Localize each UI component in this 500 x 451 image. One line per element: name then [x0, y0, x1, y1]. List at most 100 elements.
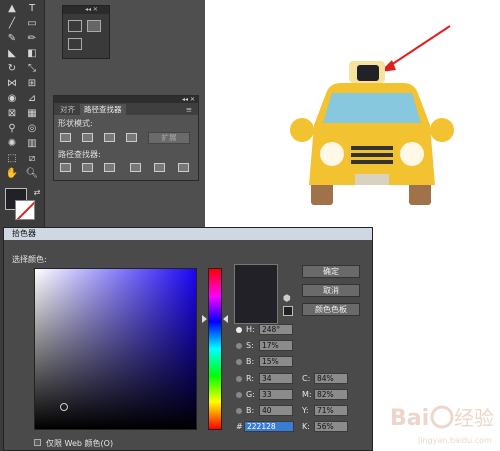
spectrum-cursor[interactable]: [60, 403, 68, 411]
minus-back-icon[interactable]: [178, 163, 189, 172]
width-tool-icon[interactable]: ⋈: [5, 77, 19, 91]
hand-tool-icon[interactable]: ✋: [5, 167, 19, 181]
blob-brush-icon[interactable]: ◣: [5, 47, 19, 61]
exclude-icon[interactable]: [126, 133, 137, 142]
license-plate: [355, 174, 389, 185]
panel-menu-icon[interactable]: ≡: [182, 104, 196, 115]
shape-builder-icon[interactable]: ◉: [5, 92, 19, 106]
baidu-watermark-logo: Bai 经验 jingyan.baidu.com: [390, 405, 494, 445]
slice-tool-icon[interactable]: ⧄: [25, 152, 39, 166]
saturation-input[interactable]: 17%: [259, 340, 293, 351]
svg-text:经验: 经验: [454, 406, 494, 430]
blue-radio[interactable]: [236, 408, 242, 414]
brightness-label: B:: [246, 357, 255, 366]
blue-input[interactable]: 40: [259, 405, 293, 416]
expand-button[interactable]: 扩展: [148, 132, 190, 144]
cyan-input[interactable]: 84%: [314, 373, 348, 384]
hex-field-row: # 222128: [236, 421, 300, 432]
swap-colors-icon[interactable]: ⇄: [30, 186, 44, 200]
web-only-checkbox[interactable]: [34, 439, 41, 446]
grille-bar: [351, 146, 393, 150]
eyedropper-tool-icon[interactable]: ⚲: [5, 122, 19, 136]
web-only-label[interactable]: 仅限 Web 颜色(O): [46, 438, 113, 449]
brightness-input[interactable]: 15%: [259, 356, 293, 367]
cancel-button[interactable]: 取消: [302, 284, 360, 297]
black-input[interactable]: 56%: [314, 421, 348, 432]
red-input[interactable]: 34: [259, 373, 293, 384]
scale-tool-icon[interactable]: ⤡: [25, 62, 39, 76]
color-swatches-button[interactable]: 颜色色板: [302, 303, 360, 316]
rotate-tool-icon[interactable]: ↻: [5, 62, 19, 76]
rectangle-tool-icon[interactable]: ▭: [25, 17, 39, 31]
minus-front-icon[interactable]: [82, 133, 93, 142]
color-preview: [234, 264, 278, 324]
green-label: G:: [246, 390, 255, 399]
right-headlight: [400, 142, 424, 166]
hue-radio[interactable]: [236, 327, 242, 333]
select-tool-icon[interactable]: ▲: [5, 2, 19, 16]
green-input[interactable]: 33: [259, 389, 293, 400]
trim-icon[interactable]: [82, 163, 93, 172]
web-safe-color-swatch[interactable]: [283, 306, 293, 316]
crop-icon[interactable]: [130, 163, 141, 172]
outline-icon[interactable]: [154, 163, 165, 172]
swatches-panel-icon[interactable]: [68, 38, 82, 50]
divide-icon[interactable]: [60, 163, 71, 172]
symbol-sprayer-icon[interactable]: ✺: [5, 137, 19, 151]
intersect-icon[interactable]: [104, 133, 115, 142]
red-field-row: R: 34: [236, 373, 306, 384]
taxi-illustration[interactable]: [285, 55, 460, 215]
type-tool-icon[interactable]: T: [25, 2, 39, 16]
red-radio[interactable]: [236, 376, 242, 382]
windshield: [323, 93, 421, 123]
yellow-input[interactable]: 71%: [314, 405, 348, 416]
select-color-label: 选择颜色:: [12, 255, 47, 264]
blend-tool-icon[interactable]: ◎: [25, 122, 39, 136]
blue-field-row: B: 40: [236, 405, 306, 416]
magenta-input[interactable]: 82%: [314, 389, 348, 400]
out-of-gamut-cube-icon[interactable]: ⬢: [283, 294, 291, 304]
svg-text:Bai: Bai: [390, 406, 429, 431]
gradient-tool-icon[interactable]: ▦: [25, 107, 39, 121]
mesh-tool-icon[interactable]: ⊠: [5, 107, 19, 121]
hex-input[interactable]: 222128: [244, 421, 294, 432]
pencil-tool-icon[interactable]: ✏: [25, 32, 39, 46]
saturation-label: S:: [246, 341, 254, 350]
tab-pathfinder[interactable]: 路径查找器: [80, 104, 126, 115]
collapsed-panel-header[interactable]: ◂◂ ✕: [63, 6, 109, 14]
ok-button[interactable]: 确定: [302, 265, 360, 278]
artboards-panel-icon[interactable]: [87, 20, 101, 32]
green-radio[interactable]: [236, 392, 242, 398]
left-headlight: [320, 142, 344, 166]
hue-slider-right-handle-icon[interactable]: [223, 315, 228, 323]
dialog-title[interactable]: 拾色器: [4, 228, 372, 240]
hue-input[interactable]: 248°: [259, 324, 293, 335]
layers-panel-icon[interactable]: [68, 20, 82, 32]
svg-text:jingyan.baidu.com: jingyan.baidu.com: [417, 436, 492, 445]
grille-bar: [351, 153, 393, 157]
free-transform-icon[interactable]: ⊞: [25, 77, 39, 91]
brightness-radio[interactable]: [236, 359, 242, 365]
graph-tool-icon[interactable]: ▥: [25, 137, 39, 151]
saturation-radio[interactable]: [236, 343, 242, 349]
hue-slider[interactable]: [208, 268, 222, 430]
perspective-grid-icon[interactable]: ⊿: [25, 92, 39, 106]
eraser-tool-icon[interactable]: ◧: [25, 47, 39, 61]
unite-icon[interactable]: [60, 133, 71, 142]
panel-collapse-bar[interactable]: ◂◂ ✕: [54, 96, 198, 103]
brush-tool-icon[interactable]: ✎: [5, 32, 19, 46]
artboard-tool-icon[interactable]: ⬚: [5, 152, 19, 166]
red-label: R:: [246, 374, 255, 383]
color-spectrum-field[interactable]: [34, 268, 197, 430]
color-picker-dialog: 拾色器 选择颜色: ⬢ 确定 取消 颜色色板 H: 248° S: 17% B:…: [3, 227, 373, 451]
hue-slider-left-handle-icon[interactable]: [202, 315, 207, 323]
hue-field-row: H: 248°: [236, 324, 306, 335]
tab-align[interactable]: 对齐: [56, 104, 79, 115]
black-field-row: K: 56%: [302, 421, 362, 432]
brightness-field-row: B: 15%: [236, 356, 306, 367]
merge-icon[interactable]: [104, 163, 115, 172]
stroke-color-swatch[interactable]: [15, 200, 35, 220]
line-tool-icon[interactable]: ╱: [5, 17, 19, 31]
collapsed-panel[interactable]: ◂◂ ✕: [62, 5, 110, 59]
zoom-tool-icon[interactable]: 🔍︎: [25, 167, 39, 181]
